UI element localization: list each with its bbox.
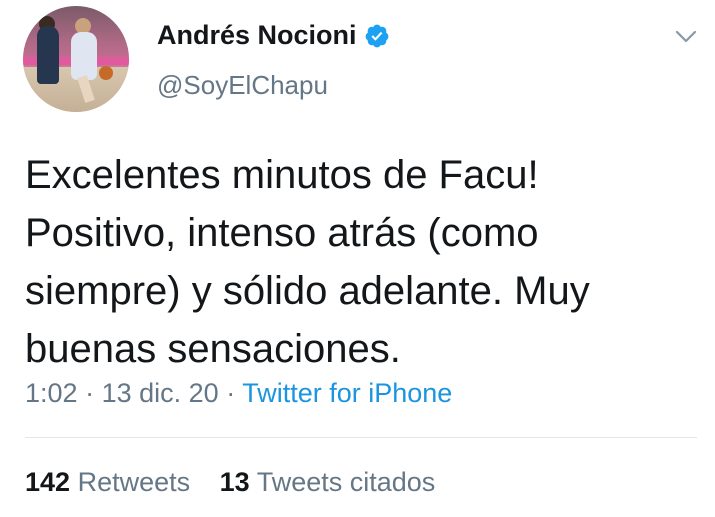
tweet-date[interactable]: 13 dic. 20 xyxy=(102,378,219,408)
chevron-down-icon[interactable] xyxy=(674,24,698,48)
author-name[interactable]: Andrés Nocioni xyxy=(157,20,357,51)
avatar[interactable] xyxy=(23,6,129,112)
tweet-text: Excelentes minutos de Facu! Positivo, in… xyxy=(25,153,590,371)
meta-separator: · xyxy=(226,378,236,408)
author-name-row[interactable]: Andrés Nocioni xyxy=(157,20,390,51)
quotes-count: 13 xyxy=(219,467,250,497)
retweets-count: 142 xyxy=(25,467,71,497)
author-handle[interactable]: @SoyElChapu xyxy=(157,70,328,101)
avatar-figure xyxy=(71,32,97,80)
avatar-ball xyxy=(99,66,113,80)
divider xyxy=(25,437,697,438)
retweets-stat[interactable]: 142 Retweets xyxy=(25,467,198,497)
verified-badge-icon xyxy=(365,24,388,47)
avatar-figure xyxy=(37,26,59,84)
quotes-stat[interactable]: 13 Tweets citados xyxy=(220,467,436,497)
tweet-source-link[interactable]: Twitter for iPhone xyxy=(242,378,452,408)
quotes-label: Tweets citados xyxy=(256,467,436,497)
tweet-meta: 1:02 · 13 dic. 20 · Twitter for iPhone xyxy=(25,378,452,409)
tweet-stats: 142 Retweets 13 Tweets citados xyxy=(25,467,457,498)
tweet-time[interactable]: 1:02 xyxy=(25,378,78,408)
meta-separator: · xyxy=(85,378,95,408)
retweets-label: Retweets xyxy=(77,467,191,497)
